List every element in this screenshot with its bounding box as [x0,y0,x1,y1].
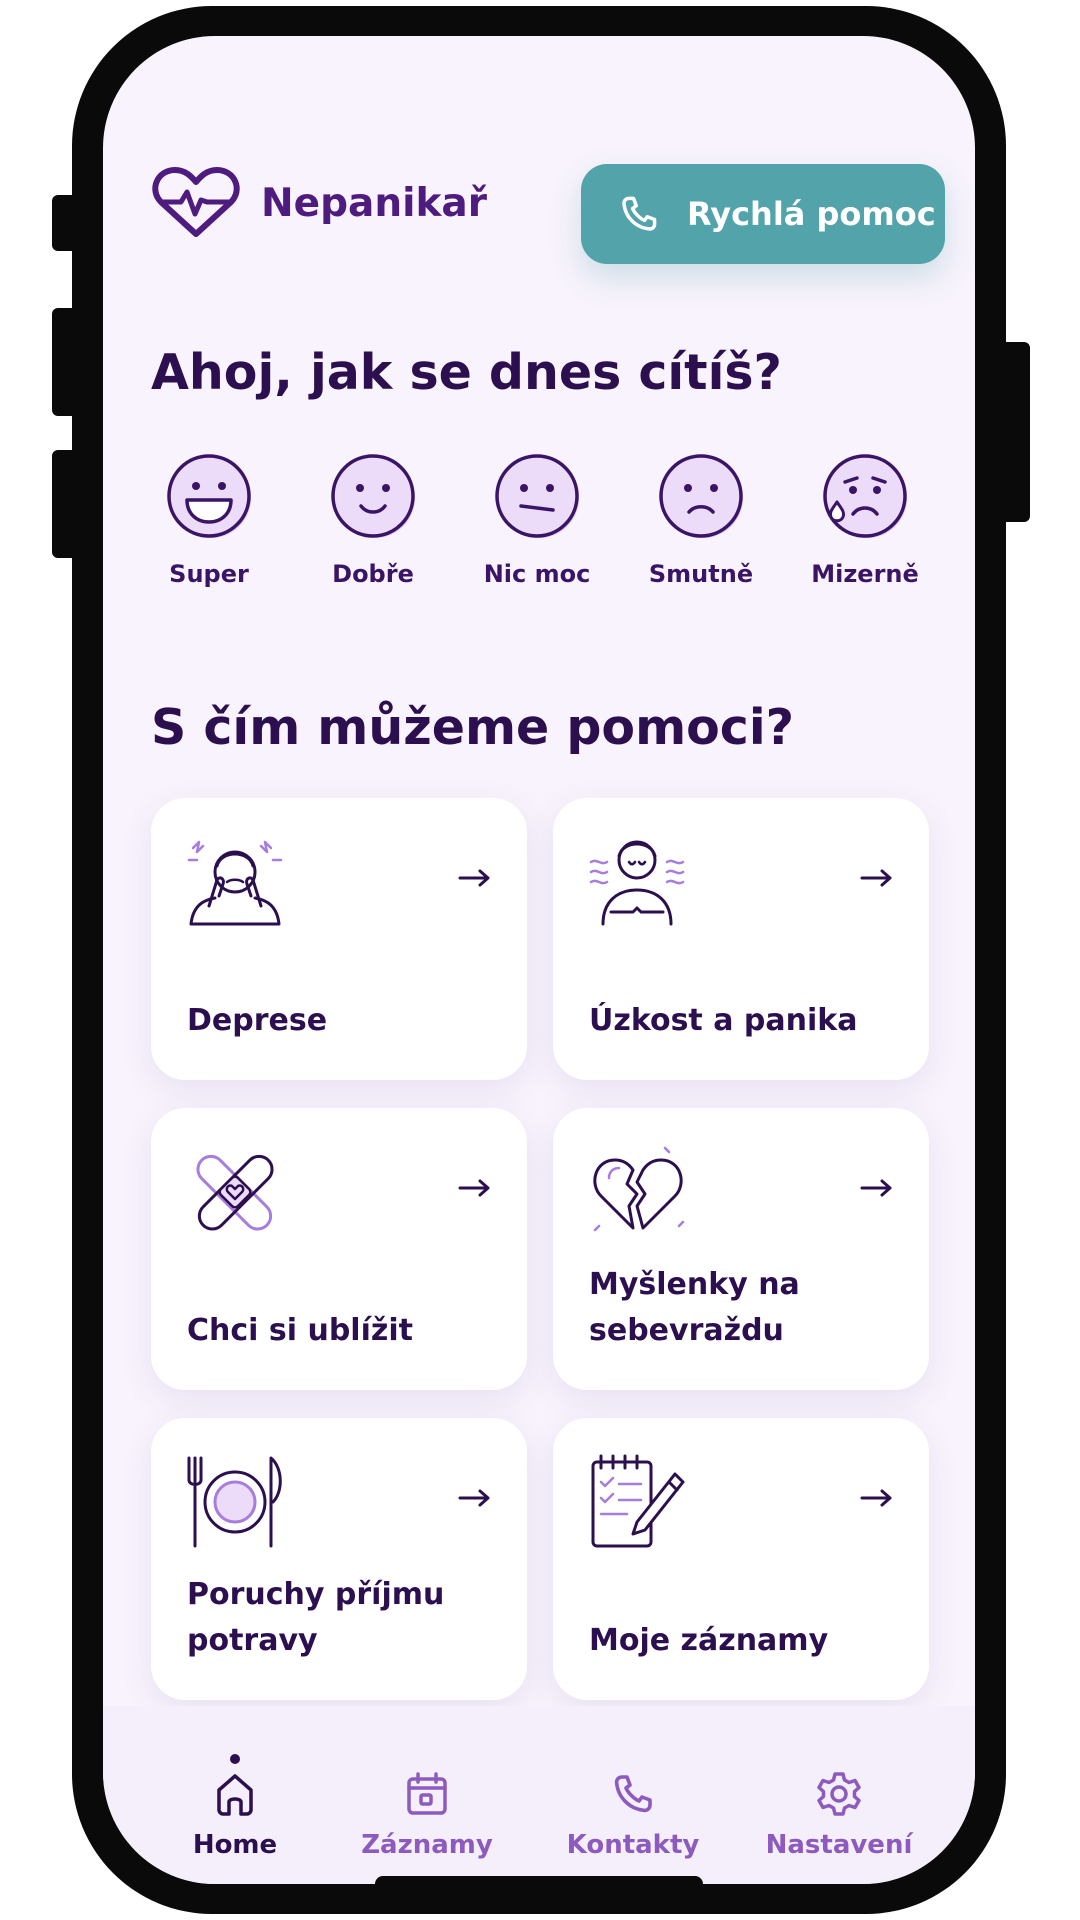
home-indicator [375,1876,703,1884]
mood-dobre[interactable]: Dobře [291,450,455,588]
card-label: Myšlenky na sebevraždu [589,1267,800,1348]
tab-label: Nastavení [765,1830,913,1860]
mood-smutne[interactable]: Smutně [619,450,783,588]
bottom-tab-bar: Home Záznamy Kontakty Nastavení [103,1706,975,1884]
tab-home[interactable]: Home [135,1706,335,1884]
app-screen: Nepanikař Rychlá pomoc Ahoj, jak se dnes… [103,36,975,1884]
help-section-title: S čím můžeme pomoci? [151,699,795,756]
very-happy-face-icon [167,454,251,538]
broken-heart-icon [593,1146,685,1232]
app-name: Nepanikař [261,180,487,226]
sad-face-icon [659,454,743,538]
card-label: Deprese [187,1003,328,1038]
bandage-heart-icon [196,1154,274,1231]
mood-selector: Super Dobře Nic moc Smutně Mizerně [127,450,947,588]
anxious-person-icon [589,840,685,926]
mood-nic-moc[interactable]: Nic moc [455,450,619,588]
phone-icon [622,196,657,231]
tab-zaznamy[interactable]: Záznamy [327,1706,527,1884]
arrow-right-icon [458,869,490,887]
arrow-right-icon [458,1179,490,1197]
arrow-right-icon [458,1489,490,1507]
app-logo: Nepanikař [151,164,487,242]
arrow-right-icon [860,1489,892,1507]
help-card-deprese[interactable]: Deprese [151,798,527,1080]
tab-label: Záznamy [361,1830,493,1860]
gear-icon [817,1772,861,1816]
mood-label: Super [169,560,249,588]
smiling-face-icon [331,454,415,538]
card-label: Chci si ublížit [187,1313,413,1348]
mood-label: Smutně [648,560,754,588]
stressed-person-icon [187,840,283,926]
mood-super[interactable]: Super [127,450,291,588]
arrow-right-icon [860,1179,892,1197]
phone-icon [614,1775,652,1813]
mood-label: Dobře [332,560,414,588]
plate-cutlery-icon [187,1456,282,1548]
help-card-moje-zaznamy[interactable]: Moje záznamy [553,1418,929,1700]
side-button-mute [52,195,78,251]
heart-pulse-icon [152,167,240,237]
arrow-right-icon [860,869,892,887]
side-button-power [1000,342,1030,522]
quick-help-label: Rychlá pomoc [687,195,936,233]
notepad-pencil-icon [591,1454,685,1548]
greeting-heading: Ahoj, jak se dnes cítíš? [151,344,782,401]
tab-label: Home [192,1830,278,1860]
help-card-myslenky-na-sebevrazdu[interactable]: Myšlenky na sebevraždu [553,1108,929,1390]
help-card-uzkost-a-panika[interactable]: Úzkost a panika [553,798,929,1080]
tab-nastaveni[interactable]: Nastavení [739,1706,939,1884]
help-card-poruchy-prijmu-potravy[interactable]: Poruchy příjmu potravy [151,1418,527,1700]
mood-mizerne[interactable]: Mizerně [783,450,947,588]
crying-face-icon [823,454,907,538]
tab-label: Kontakty [566,1830,700,1860]
mood-label: Nic moc [483,560,591,588]
card-label: Moje záznamy [589,1623,829,1658]
mood-label: Mizerně [811,560,919,588]
card-label: Úzkost a panika [589,1003,858,1038]
active-tab-indicator [230,1754,240,1764]
side-button-volume-up [52,308,78,416]
home-icon [217,1774,253,1816]
quick-help-button[interactable]: Rychlá pomoc [581,164,945,264]
help-card-chci-si-ublizit[interactable]: Chci si ublížit [151,1108,527,1390]
calendar-icon [407,1772,447,1815]
side-button-volume-down [52,450,78,558]
card-label: Poruchy příjmu potravy [187,1577,445,1658]
neutral-face-icon [495,454,579,538]
app-header: Nepanikař Rychlá pomoc [103,36,975,296]
tab-kontakty[interactable]: Kontakty [533,1706,733,1884]
